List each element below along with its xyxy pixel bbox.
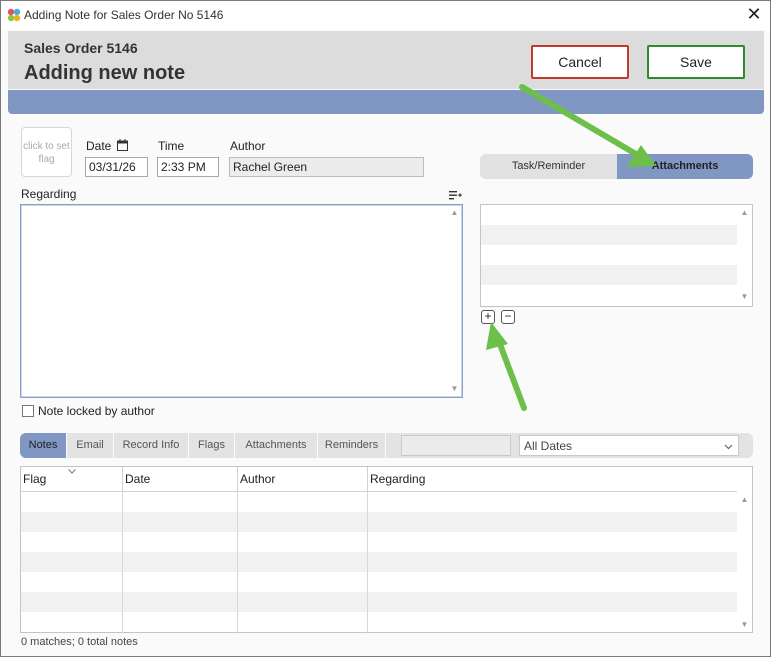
table-row xyxy=(21,552,737,572)
calendar-icon[interactable] xyxy=(117,139,128,151)
list-item xyxy=(481,265,737,285)
scroll-down-icon[interactable]: ▼ xyxy=(737,619,752,631)
tab-email[interactable]: Email xyxy=(67,433,114,458)
tab-record-info[interactable]: Record Info xyxy=(114,433,189,458)
annotation-arrow-icon xyxy=(486,322,527,411)
remove-attachment-button[interactable]: − xyxy=(501,310,515,324)
author-field: Rachel Green xyxy=(229,157,424,177)
date-filter-value: All Dates xyxy=(524,439,573,453)
save-button[interactable]: Save xyxy=(647,45,745,79)
sort-chevron-icon xyxy=(68,469,76,474)
column-divider xyxy=(237,492,238,633)
list-item xyxy=(481,225,737,245)
regarding-scrollbar[interactable]: ▲ ▼ xyxy=(447,205,462,397)
date-filter-dropdown[interactable]: All Dates xyxy=(519,435,739,456)
title-bar: Adding Note for Sales Order No 5146 ✕ xyxy=(1,1,770,30)
grid-scrollbar[interactable]: ▲ ▼ xyxy=(737,492,752,633)
header-accent-band xyxy=(8,90,764,114)
note-locked-label: Note locked by author xyxy=(38,404,155,418)
scroll-up-icon[interactable]: ▲ xyxy=(447,207,462,219)
table-row xyxy=(21,512,737,532)
column-divider xyxy=(367,492,368,633)
page-title: Adding new note xyxy=(24,62,186,84)
tab-attachments[interactable]: Attachments xyxy=(617,154,753,179)
table-row xyxy=(21,572,737,592)
time-field[interactable]: 2:33 PM xyxy=(157,157,219,177)
table-row xyxy=(21,592,737,612)
column-header-flag[interactable]: Flag xyxy=(21,467,123,492)
app-logo-icon xyxy=(7,8,21,22)
table-row xyxy=(21,612,737,632)
header-panel: Sales Order 5146 Adding new note Cancel … xyxy=(8,31,764,89)
table-row xyxy=(21,492,737,512)
time-label: Time xyxy=(158,139,185,153)
column-header-date[interactable]: Date xyxy=(123,467,238,492)
attachments-list[interactable]: ▲ ▼ xyxy=(480,204,753,307)
tab-attachments-list[interactable]: Attachments xyxy=(235,433,318,458)
column-divider xyxy=(122,492,123,633)
chevron-down-icon xyxy=(724,444,733,450)
tab-notes[interactable]: Notes xyxy=(20,433,67,458)
cancel-button[interactable]: Cancel xyxy=(531,45,629,79)
date-field[interactable]: 03/31/26 xyxy=(85,157,148,177)
list-item xyxy=(481,245,737,265)
scroll-down-icon[interactable]: ▼ xyxy=(737,291,752,303)
column-header-label: Flag xyxy=(23,472,47,486)
note-locked-checkbox[interactable] xyxy=(22,405,34,417)
attachments-scrollbar[interactable]: ▲ ▼ xyxy=(737,205,752,306)
notes-grid[interactable]: Flag Date Author Regarding ▲ ▼ xyxy=(20,466,753,633)
scroll-up-icon[interactable]: ▲ xyxy=(737,207,752,219)
scroll-down-icon[interactable]: ▼ xyxy=(447,383,462,395)
order-subtitle: Sales Order 5146 xyxy=(24,40,138,56)
tab-task-reminder[interactable]: Task/Reminder xyxy=(480,154,617,179)
list-item xyxy=(481,205,737,225)
table-row xyxy=(21,532,737,552)
column-header-regarding[interactable]: Regarding xyxy=(368,467,737,492)
author-label: Author xyxy=(230,139,266,153)
tab-reminders[interactable]: Reminders xyxy=(318,433,386,458)
insert-text-icon[interactable] xyxy=(449,190,462,201)
column-header-author[interactable]: Author xyxy=(238,467,368,492)
date-label: Date xyxy=(86,139,112,153)
dialog-window: Adding Note for Sales Order No 5146 ✕ Sa… xyxy=(0,0,771,657)
regarding-label: Regarding xyxy=(21,187,77,201)
tab-flags[interactable]: Flags xyxy=(189,433,235,458)
scroll-up-icon[interactable]: ▲ xyxy=(737,494,752,506)
close-icon[interactable]: ✕ xyxy=(744,4,764,24)
list-item xyxy=(481,285,737,305)
regarding-textarea[interactable]: ▲ ▼ xyxy=(20,204,463,398)
set-flag-button[interactable]: click to set flag xyxy=(21,127,72,177)
status-text: 0 matches; 0 total notes xyxy=(21,636,138,648)
add-attachment-button[interactable]: + xyxy=(481,310,495,324)
window-title: Adding Note for Sales Order No 5146 xyxy=(24,8,224,22)
notes-search-input[interactable] xyxy=(401,435,511,456)
